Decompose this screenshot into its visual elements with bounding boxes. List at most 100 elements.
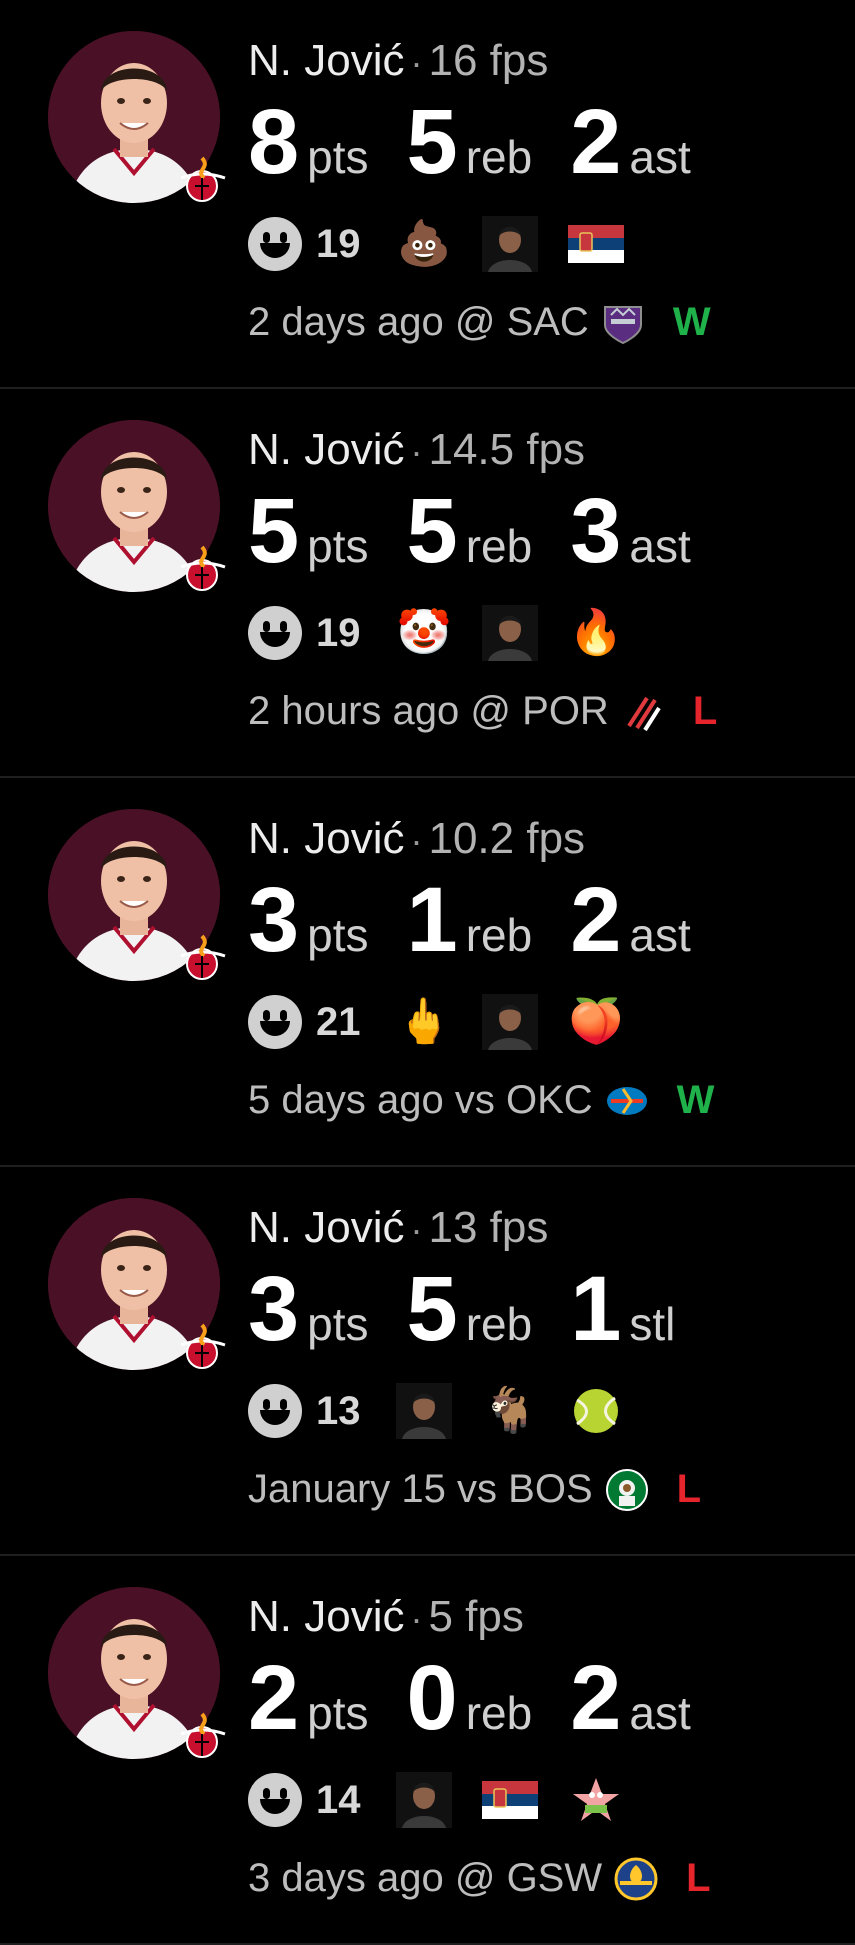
stat-value: 5 — [406, 91, 458, 193]
person-photo-icon[interactable] — [482, 994, 538, 1050]
heat-logo-icon — [173, 1319, 231, 1377]
serbia-flag-icon[interactable] — [482, 1772, 538, 1828]
stat-unit: reb — [465, 520, 533, 572]
stat-pts: 5 pts — [248, 485, 369, 577]
stat-reb: 5 reb — [407, 96, 533, 188]
stat-value: 8 — [248, 91, 299, 193]
stat-ast: 2 ast — [570, 1652, 691, 1744]
stat-unit: ast — [629, 1687, 691, 1739]
game-venue: vs — [457, 1467, 498, 1511]
game-info: 2 days ago @ SAC W — [248, 300, 835, 345]
title-line: N. Jović · 16 fps — [248, 36, 835, 88]
player-name: N. Jović — [248, 1592, 405, 1641]
player-avatar[interactable] — [48, 1198, 226, 1373]
stat-ast: 2 ast — [570, 96, 691, 188]
add-reaction-icon[interactable] — [248, 1384, 302, 1438]
game-card-4[interactable]: N. Jović · 13 fps 3 pts 5 reb 1 stl 13 🐐 Januar… — [0, 1167, 855, 1556]
stat-unit: pts — [307, 1687, 369, 1739]
fantasy-points: 14.5 fps — [428, 425, 586, 474]
stat-pts: 2 pts — [248, 1652, 369, 1744]
game-card-1[interactable]: N. Jović · 16 fps 8 pts 5 reb 2 ast 19 💩 2 days… — [0, 0, 855, 389]
add-reaction-icon[interactable] — [248, 995, 302, 1049]
clown-emoji-icon[interactable]: 🤡 — [396, 605, 452, 661]
add-reaction-icon[interactable] — [248, 217, 302, 271]
player-avatar[interactable] — [48, 809, 226, 984]
stat-line: 3 pts 5 reb 1 stl — [248, 1263, 835, 1355]
person-photo-icon[interactable] — [482, 216, 538, 272]
blazers-logo-icon — [621, 690, 665, 734]
stat-value: 2 — [570, 91, 621, 193]
thunder-logo-icon — [605, 1079, 649, 1123]
opponent-abbr: GSW — [506, 1856, 603, 1900]
player-name: N. Jović — [248, 1203, 405, 1252]
tennis-ball-emoji-icon[interactable] — [568, 1383, 624, 1439]
separator-dot: · — [410, 431, 423, 472]
stat-reb: 0 reb — [407, 1652, 533, 1744]
stat-unit: ast — [629, 909, 691, 961]
game-result: W — [672, 300, 711, 344]
fire-emoji-icon[interactable]: 🔥 — [568, 605, 624, 661]
game-info: 3 days ago @ GSW L — [248, 1856, 835, 1901]
game-time: 2 hours ago — [248, 689, 460, 733]
stat-line: 8 pts 5 reb 2 ast — [248, 96, 835, 188]
game-time: January 15 — [248, 1467, 446, 1511]
serbia-flag-icon[interactable] — [568, 216, 624, 272]
opponent-abbr: OKC — [505, 1078, 593, 1122]
stat-value: 2 — [570, 1647, 621, 1749]
celtics-logo-icon — [605, 1468, 649, 1512]
player-name: N. Jović — [248, 814, 405, 863]
stat-value: 5 — [406, 1258, 458, 1360]
reaction-count: 14 — [316, 1777, 361, 1822]
game-feed: N. Jović · 16 fps 8 pts 5 reb 2 ast 19 💩 2 days… — [0, 0, 855, 1945]
poop-emoji-icon[interactable]: 💩 — [396, 216, 452, 272]
stat-value: 1 — [406, 869, 458, 971]
separator-dot: · — [410, 42, 423, 83]
person-photo-icon[interactable] — [396, 1772, 452, 1828]
reaction-bar: 14 — [248, 1772, 835, 1828]
game-card-3[interactable]: N. Jović · 10.2 fps 3 pts 1 reb 2 ast 21 🖕 🍑 5 d… — [0, 778, 855, 1167]
game-time: 2 days ago — [248, 300, 444, 344]
stat-unit: reb — [465, 131, 533, 183]
player-avatar[interactable] — [48, 420, 226, 595]
fantasy-points: 10.2 fps — [428, 814, 586, 863]
middle-finger-emoji-icon[interactable]: 🖕 — [396, 994, 452, 1050]
title-line: N. Jović · 14.5 fps — [248, 425, 835, 477]
game-venue: vs — [454, 1078, 495, 1122]
stat-line: 5 pts 5 reb 3 ast — [248, 485, 835, 577]
player-name: N. Jović — [248, 36, 405, 85]
game-venue: @ — [470, 689, 512, 733]
game-card-5[interactable]: N. Jović · 5 fps 2 pts 0 reb 2 ast 14 3 days ag… — [0, 1556, 855, 1945]
stat-unit: pts — [307, 1298, 369, 1350]
player-avatar[interactable] — [48, 31, 226, 206]
stat-value: 1 — [570, 1258, 621, 1360]
player-avatar[interactable] — [48, 1587, 226, 1762]
opponent-abbr: SAC — [506, 300, 589, 344]
stat-ast: 3 ast — [570, 485, 691, 577]
goat-emoji-icon[interactable]: 🐐 — [482, 1383, 538, 1439]
game-time: 5 days ago — [248, 1078, 444, 1122]
kings-logo-icon — [601, 301, 645, 345]
stat-reb: 5 reb — [407, 485, 533, 577]
stat-unit: pts — [307, 909, 369, 961]
fantasy-points: 5 fps — [428, 1592, 524, 1641]
add-reaction-icon[interactable] — [248, 1773, 302, 1827]
game-info: January 15 vs BOS L — [248, 1467, 835, 1512]
stat-value: 5 — [248, 480, 299, 582]
title-line: N. Jović · 10.2 fps — [248, 814, 835, 866]
heat-logo-icon — [173, 152, 231, 210]
peach-emoji-icon[interactable]: 🍑 — [568, 994, 624, 1050]
opponent-abbr: BOS — [508, 1467, 593, 1511]
fantasy-points: 13 fps — [428, 1203, 549, 1252]
cartoon-starfish-icon[interactable] — [568, 1772, 624, 1828]
game-info: 5 days ago vs OKC W — [248, 1078, 835, 1123]
reaction-count: 13 — [316, 1388, 361, 1433]
stat-pts: 8 pts — [248, 96, 369, 188]
game-result: L — [686, 1856, 711, 1900]
stat-unit: ast — [629, 131, 691, 183]
add-reaction-icon[interactable] — [248, 606, 302, 660]
reaction-bar: 13 🐐 — [248, 1383, 835, 1439]
person-photo-icon[interactable] — [482, 605, 538, 661]
person-photo-icon[interactable] — [396, 1383, 452, 1439]
game-card-2[interactable]: N. Jović · 14.5 fps 5 pts 5 reb 3 ast 19 🤡 🔥 2 h… — [0, 389, 855, 778]
title-line: N. Jović · 5 fps — [248, 1592, 835, 1644]
